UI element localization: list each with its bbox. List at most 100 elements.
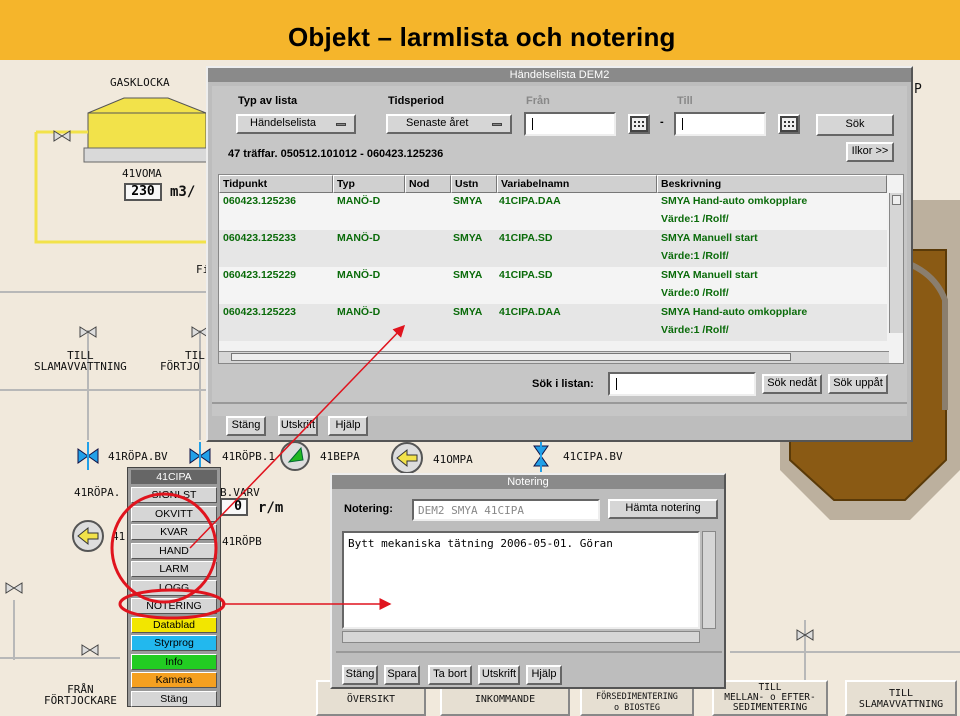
calendar-icon[interactable] (628, 114, 650, 134)
menu-item-datablad[interactable]: Datablad (131, 616, 217, 633)
event-table-rows: 060423.125236 MANÖ-D SMYA 41CIPA.DAA SMYA Ha… (219, 193, 887, 353)
notering-ta-bort-button[interactable]: Ta bort (428, 665, 472, 685)
menu-item-kvar[interactable]: KVAR (131, 524, 217, 540)
table-row[interactable]: 060423.125236 MANÖ-D SMYA 41CIPA.DAA SMYA Ha… (219, 193, 887, 230)
table-cell: SMYA (453, 269, 483, 281)
column-header-variabelnamn[interactable]: Variabelnamn (497, 175, 657, 193)
ompa-label: 41OMPA (433, 453, 473, 466)
notering-hjalp-button[interactable]: Hjälp (526, 665, 562, 685)
notering-spara-button[interactable]: Spara (384, 665, 420, 685)
menu-item-stäng[interactable]: Stäng (131, 690, 217, 707)
vertical-scrollbar[interactable] (889, 193, 903, 333)
menu-item-hand[interactable]: HAND (131, 542, 217, 559)
scroll-thumb[interactable] (892, 195, 901, 205)
menu-item-logg[interactable]: LOGG (131, 579, 217, 596)
table-cell: Värde:1 /Rolf/ (661, 213, 729, 225)
divider (212, 402, 907, 404)
fran-date-field[interactable] (524, 112, 616, 136)
till-date-field[interactable] (674, 112, 766, 136)
varv-unit: r/m (258, 500, 284, 516)
menu-item-larm[interactable]: LARM (131, 561, 217, 577)
column-header-ustn[interactable]: Ustn (451, 175, 497, 193)
column-header-beskrivning[interactable]: Beskrivning (657, 175, 887, 193)
notering-utskrift-button[interactable]: Utskrift (478, 665, 520, 685)
voma-value-display[interactable]: 230 (124, 183, 162, 201)
table-cell: SMYA (453, 306, 483, 318)
objekt-menu: 41CIPA SIGNLST OKVITT KVAR HAND LARM LOGG NOTE… (127, 467, 221, 707)
table-row[interactable]: 060423.125233 MANÖ-D SMYA 41CIPA.SD SMYA Man… (219, 230, 887, 267)
slide-title: Objekt – larmlista och notering (288, 22, 676, 52)
voma-unit: m3/ (170, 184, 196, 200)
table-cell: 060423.125236 (223, 195, 296, 207)
notering-window: Notering Notering: DEM2 SMYA 41CIPA Hämt… (330, 473, 726, 689)
valve-icon (81, 644, 99, 656)
sok-i-listan-field[interactable] (608, 372, 756, 396)
table-cell: MANÖ-D (337, 195, 381, 207)
bepa-label: 41BEPA (320, 450, 360, 463)
utskrift-button[interactable]: Utskrift (278, 416, 318, 436)
cipa-bv-label: 41CIPA.BV (563, 450, 623, 463)
table-cell: MANÖ-D (337, 232, 381, 244)
horizontal-scrollbar[interactable] (342, 631, 700, 643)
handelselista-titlebar: Händelselista DEM2 (208, 68, 911, 82)
num-41-label: 41 (112, 530, 126, 543)
pump-icon-yellow (391, 442, 423, 474)
table-cell: 41CIPA.SD (499, 232, 553, 244)
hjalp-button[interactable]: Hjälp (328, 416, 368, 436)
handelselista-window: Händelselista DEM2 Typ av lista Tidsperi… (206, 66, 913, 442)
pump-icon-yellow (72, 520, 104, 552)
varv-value-display[interactable]: 0 (220, 498, 248, 516)
notering-object-field[interactable]: DEM2 SMYA 41CIPA (412, 499, 600, 521)
horizontal-scrollbar[interactable] (219, 351, 889, 363)
ropa-bv-label: 41RÖPA.BV (108, 450, 168, 463)
table-cell: SMYA Hand-auto omkopplare (661, 195, 808, 207)
table-cell: SMYA (453, 232, 483, 244)
stang-button[interactable]: Stäng (226, 416, 266, 436)
sok-nedat-button[interactable]: Sök nedåt (762, 374, 822, 394)
nav-slamavvattning-button[interactable]: TILL SLAMAVVATTNING (845, 680, 957, 716)
tidsperiod-dropdown[interactable]: Senaste året (386, 114, 512, 134)
column-header-tidpunkt[interactable]: Tidpunkt (219, 175, 333, 193)
menu-item-notering[interactable]: NOTERING (131, 598, 217, 614)
scroll-thumb[interactable] (231, 353, 791, 361)
menu-item-signlst[interactable]: SIGNLST (131, 487, 217, 503)
slide-title-bar: Objekt – larmlista och notering (0, 0, 960, 60)
hamta-notering-button[interactable]: Hämta notering (608, 499, 718, 519)
menu-item-styrprog[interactable]: Styrprog (131, 635, 217, 651)
table-cell: Värde:0 /Rolf/ (661, 287, 729, 299)
table-row[interactable]: 060423.125229 MANÖ-D SMYA 41CIPA.SD SMYA Man… (219, 267, 887, 304)
typ-av-lista-label: Typ av lista (238, 95, 298, 107)
text-cursor-icon (532, 118, 533, 130)
column-header-nod[interactable]: Nod (405, 175, 451, 193)
date-range-dash: - (660, 116, 664, 128)
gas-holder-base (83, 147, 211, 163)
sok-uppat-button[interactable]: Sök uppåt (828, 374, 888, 394)
ropb-label: 41RÖPB (222, 535, 262, 548)
column-header-typ[interactable]: Typ (333, 175, 405, 193)
table-cell: SMYA (453, 195, 483, 207)
ilkor-button[interactable]: Ilkor >> (846, 142, 894, 162)
table-cell: SMYA Manuell start (661, 232, 758, 244)
text-cursor-icon (682, 118, 683, 130)
vertical-scrollbar[interactable] (702, 531, 716, 629)
sok-button[interactable]: Sök (816, 114, 894, 136)
p-label: P (914, 82, 922, 97)
table-row[interactable]: 060423.125223 MANÖ-D SMYA 41CIPA.DAA SMYA Ha… (219, 304, 887, 341)
menu-item-kamera[interactable]: Kamera (131, 672, 217, 688)
notering-text-area[interactable]: Bytt mekaniska tätning 2006-05-01. Göran (342, 531, 700, 629)
ropa-label-partial: 41RÖPA. (74, 486, 121, 499)
fran-label: Från (526, 95, 550, 107)
calendar-icon[interactable] (778, 114, 800, 134)
notering-titlebar: Notering (332, 475, 724, 489)
table-cell: 060423.125229 (223, 269, 296, 281)
typ-av-lista-dropdown[interactable]: Händelselista (236, 114, 356, 134)
blue-valve-icon (77, 442, 99, 470)
menu-item-info[interactable]: Info (131, 653, 217, 670)
table-cell: MANÖ-D (337, 306, 381, 318)
notering-stang-button[interactable]: Stäng (342, 665, 378, 685)
menu-item-okvitt[interactable]: OKVITT (131, 505, 217, 522)
pump-icon-green (280, 441, 310, 471)
nav-mellan-efter-sedimentering-button[interactable]: TILL MELLAN- o EFTER- SEDIMENTERING (712, 680, 828, 716)
divider (336, 651, 722, 653)
dropdown-indicator-icon (336, 123, 346, 126)
